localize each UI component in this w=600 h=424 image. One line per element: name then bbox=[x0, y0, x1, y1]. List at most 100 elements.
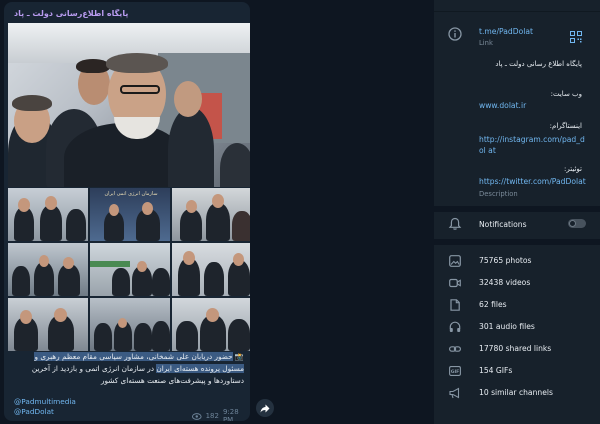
tile-face bbox=[109, 204, 119, 216]
tile-person bbox=[228, 319, 250, 351]
info-circle-icon bbox=[448, 27, 462, 41]
tile-person bbox=[14, 207, 34, 241]
notifications-label: Notifications bbox=[479, 220, 527, 229]
megaphone-icon bbox=[449, 387, 460, 399]
media-row-gifs[interactable]: GIF 154 GIFs bbox=[434, 361, 600, 383]
files-count: 62 files bbox=[479, 300, 507, 309]
grid-photo-4[interactable] bbox=[8, 243, 88, 296]
mention-padmultimedia[interactable]: @Padmultimedia bbox=[14, 397, 76, 407]
caption-highlight-1: حضور دریابان علی شمخانی، مشاور سیاسی مقا… bbox=[34, 352, 233, 361]
instagram-label: اینستاگرام: bbox=[549, 122, 582, 130]
description-label: Description bbox=[479, 190, 518, 198]
divider bbox=[434, 206, 600, 212]
links-count: 17780 shared links bbox=[479, 344, 552, 353]
qr-code-icon[interactable] bbox=[570, 31, 582, 43]
grid-photo-1[interactable] bbox=[8, 188, 88, 241]
grid-photo-8[interactable] bbox=[90, 298, 170, 351]
message-bubble[interactable]: پایگاه اطلاع‌رسانی دولت ـ پاد bbox=[4, 2, 250, 421]
tile-person bbox=[134, 323, 152, 351]
tile-face bbox=[142, 202, 153, 215]
forward-button[interactable] bbox=[256, 399, 274, 417]
tile-person bbox=[40, 205, 62, 241]
divider bbox=[434, 239, 600, 245]
forward-arrow-icon bbox=[260, 404, 270, 412]
bell-icon bbox=[448, 217, 462, 230]
tile-person bbox=[66, 209, 86, 241]
caption-highlight-2: مسئول پرونده هسته‌ای ایران bbox=[156, 364, 244, 373]
photo-person-edge bbox=[220, 143, 250, 187]
grid-photo-5[interactable] bbox=[90, 243, 170, 296]
message-meta: 182 9:28 PM bbox=[192, 408, 250, 421]
photo-person-right bbox=[168, 107, 214, 187]
tile-stripe bbox=[90, 261, 130, 267]
grid-photo-9[interactable] bbox=[172, 298, 250, 351]
headphones-icon bbox=[449, 321, 461, 332]
tile-face bbox=[206, 308, 219, 322]
media-row-similar[interactable]: 10 similar channels bbox=[434, 383, 600, 405]
media-row-files[interactable]: 62 files bbox=[434, 295, 600, 317]
tile-face bbox=[54, 308, 67, 322]
eye-icon bbox=[192, 412, 202, 420]
tile-person bbox=[12, 266, 30, 296]
svg-text:GIF: GIF bbox=[451, 369, 460, 375]
tile-face bbox=[183, 251, 195, 265]
grid-photo-3[interactable] bbox=[172, 188, 250, 241]
tile-face bbox=[45, 196, 57, 210]
tile-person bbox=[112, 268, 130, 296]
tile-face bbox=[20, 310, 32, 324]
grid-photo-6[interactable] bbox=[172, 243, 250, 296]
tile-face bbox=[63, 257, 74, 269]
chat-area: پایگاه اطلاع‌رسانی دولت ـ پاد bbox=[0, 0, 434, 424]
tile-person bbox=[176, 321, 198, 351]
camera-emoji: 📸 bbox=[232, 352, 244, 361]
tile-person bbox=[206, 203, 230, 241]
media-row-videos[interactable]: 32438 videos bbox=[434, 273, 600, 295]
tile-face bbox=[186, 200, 197, 213]
link-icon bbox=[449, 346, 461, 352]
main-photo[interactable] bbox=[8, 23, 250, 187]
media-row-links[interactable]: 17780 shared links bbox=[434, 339, 600, 361]
view-count: 182 bbox=[205, 412, 219, 420]
panel-top-strip bbox=[434, 0, 600, 12]
tile-person bbox=[94, 323, 112, 351]
photo-hair-back bbox=[76, 59, 110, 73]
grid-photo-7[interactable] bbox=[8, 298, 88, 351]
message-time: 9:28 PM bbox=[222, 408, 239, 421]
tile-person bbox=[180, 209, 202, 241]
tile-banner-text: سازمان انرژی اتمی ایران bbox=[104, 191, 158, 197]
media-row-photos[interactable]: 75765 photos bbox=[434, 251, 600, 273]
photo-hair-left bbox=[12, 95, 52, 111]
notifications-toggle[interactable] bbox=[568, 219, 586, 228]
tile-person bbox=[152, 268, 170, 296]
photo-icon bbox=[449, 255, 461, 267]
description-title: پایگاه اطلاع رسانی دولت ـ پاد bbox=[495, 60, 582, 68]
photo-glasses bbox=[120, 85, 160, 94]
message-sender[interactable]: پایگاه اطلاع‌رسانی دولت ـ پاد bbox=[14, 9, 240, 23]
channel-link[interactable]: t.me/PadDolat bbox=[479, 27, 533, 36]
message-caption: 📸 حضور دریابان علی شمخانی، مشاور سیاسی م… bbox=[12, 351, 244, 387]
profile-panel: t.me/PadDolat Link پایگاه اطلاع رسانی دو… bbox=[434, 0, 600, 424]
tile-face bbox=[39, 255, 49, 267]
videos-count: 32438 videos bbox=[479, 278, 531, 287]
mention-paddolat[interactable]: @PadDolat bbox=[14, 407, 76, 417]
tile-person bbox=[204, 262, 224, 296]
file-icon bbox=[450, 299, 460, 311]
photo-face-right bbox=[174, 81, 202, 117]
twitter-label: توئیتر: bbox=[564, 165, 582, 173]
similar-channels: 10 similar channels bbox=[479, 388, 553, 397]
tile-person bbox=[34, 262, 54, 296]
grid-photo-2[interactable]: سازمان انرژی اتمی ایران bbox=[90, 188, 170, 241]
tile-face bbox=[233, 253, 244, 266]
website-link[interactable]: www.dolat.ir bbox=[479, 101, 526, 110]
tile-person bbox=[152, 321, 170, 351]
gifs-count: 154 GIFs bbox=[479, 366, 513, 375]
link-label: Link bbox=[479, 39, 493, 47]
tile-face bbox=[118, 318, 127, 328]
gif-icon: GIF bbox=[449, 366, 461, 376]
twitter-link[interactable]: https://twitter.com/PadDolat bbox=[479, 177, 586, 186]
caption-mentions: @Padmultimedia @PadDolat bbox=[14, 397, 76, 417]
instagram-link[interactable]: http://instagram.com/pad_dol at bbox=[479, 134, 587, 156]
audio-count: 301 audio files bbox=[479, 322, 535, 331]
photo-hair-center bbox=[106, 53, 168, 73]
media-row-audio[interactable]: 301 audio files bbox=[434, 317, 600, 339]
